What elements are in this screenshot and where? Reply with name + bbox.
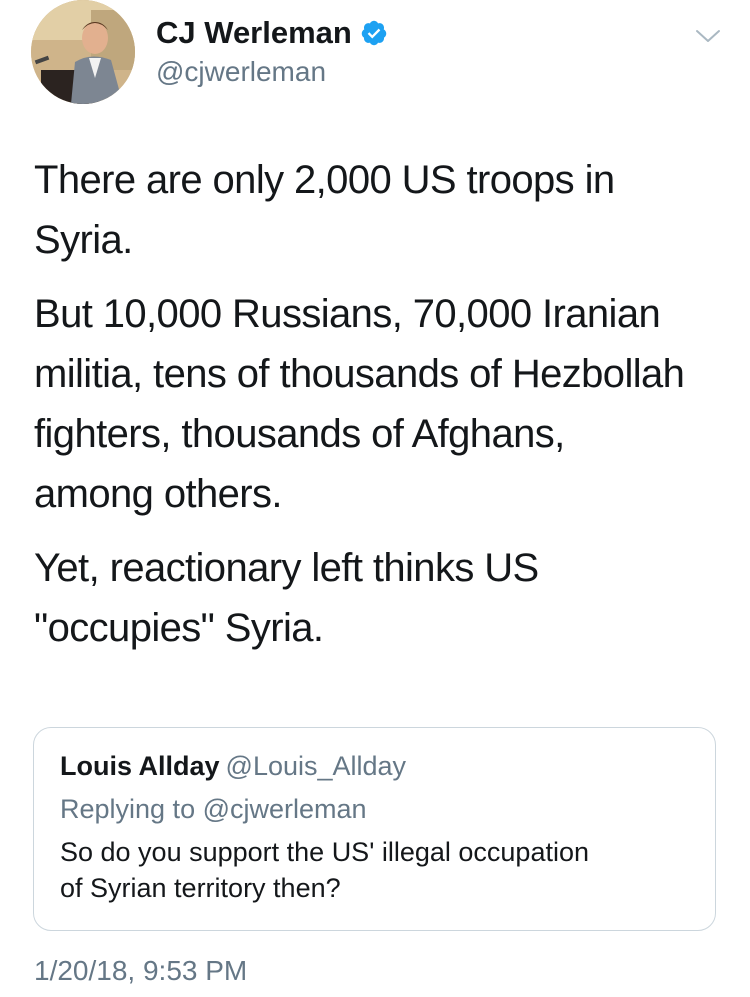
quoted-tweet-card[interactable]: Louis Allday @Louis_Allday Replying to @c… bbox=[33, 727, 716, 931]
quoted-replying-to: Replying to @cjwerleman bbox=[60, 794, 367, 824]
tweet-paragraph: Yet, reactionary left thinks US "occupie… bbox=[34, 546, 539, 650]
more-options-button[interactable] bbox=[692, 20, 724, 52]
verified-badge-icon bbox=[360, 19, 388, 47]
tweet-timestamp[interactable]: 1/20/18, 9:53 PM bbox=[34, 953, 247, 989]
quoted-tweet-text: So do you support the US' illegal occupa… bbox=[60, 837, 589, 903]
author-handle[interactable]: @cjwerleman bbox=[156, 54, 326, 90]
tweet-paragraph: But 10,000 Russians, 70,000 Iranian mili… bbox=[34, 292, 685, 516]
chevron-down-icon bbox=[696, 30, 720, 42]
quoted-author-name: Louis Allday bbox=[60, 751, 220, 781]
avatar-photo-icon bbox=[31, 0, 135, 104]
author-name-row: CJ Werleman bbox=[156, 13, 388, 53]
tweet-text: There are only 2,000 US troops in Syria.… bbox=[34, 150, 724, 672]
tweet-paragraph: There are only 2,000 US troops in Syria. bbox=[34, 158, 615, 262]
avatar[interactable] bbox=[31, 0, 135, 104]
author-display-name[interactable]: CJ Werleman bbox=[156, 13, 352, 53]
quoted-tweet-header: Louis Allday @Louis_Allday bbox=[60, 748, 406, 784]
quoted-author-handle: @Louis_Allday bbox=[225, 751, 407, 781]
